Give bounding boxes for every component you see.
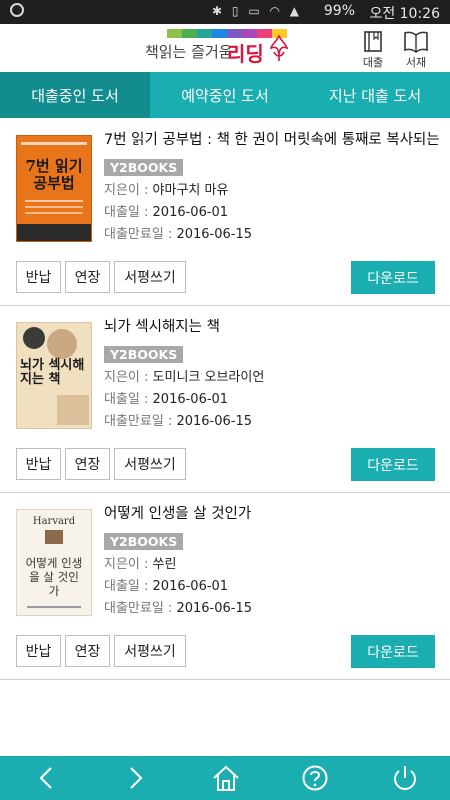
loan-label: 대출 bbox=[362, 56, 384, 69]
help-icon[interactable] bbox=[300, 764, 330, 792]
loan-button[interactable]: 대출 bbox=[355, 30, 391, 70]
due-date-value: 2016-06-15 bbox=[176, 227, 253, 242]
publisher-badge: Y2BOOKS bbox=[104, 533, 184, 550]
author-value: 도미니크 오브라이언 bbox=[152, 370, 265, 385]
bottom-navigation bbox=[0, 756, 450, 800]
author-row: 지은이 : 도미니크 오브라이언 bbox=[104, 367, 439, 389]
due-date-row: 대출만료일 : 2016-06-15 bbox=[104, 224, 439, 246]
extend-button[interactable]: 연장 bbox=[65, 635, 110, 667]
due-date-value: 2016-06-15 bbox=[176, 601, 253, 616]
return-button[interactable]: 반납 bbox=[16, 635, 61, 667]
return-button[interactable]: 반납 bbox=[16, 448, 61, 480]
book-info: 뇌가 섹시해지는 책 Y2BOOKS 지은이 : 도미니크 오브라이언 대출일 … bbox=[104, 317, 439, 433]
logo-brand: 리딩 bbox=[227, 42, 264, 66]
clock: 오전 10:26 bbox=[369, 6, 440, 22]
due-date-row: 대출만료일 : 2016-06-15 bbox=[104, 598, 439, 620]
due-date-label: 대출만료일 : bbox=[104, 227, 177, 242]
loan-date-row: 대출일 : 2016-06-01 bbox=[104, 576, 439, 598]
tab-bar: 대출중인 도서 예약중인 도서 지난 대출 도서 bbox=[0, 72, 450, 118]
due-date-label: 대출만료일 : bbox=[104, 414, 177, 429]
book-info: 7번 읽기 공부법 : 책 한 권이 머릿속에 통째로 복사되는 Y2BOOKS… bbox=[104, 130, 439, 246]
book-title[interactable]: 어떻게 인생을 살 것인가 bbox=[104, 504, 439, 524]
book-title[interactable]: 7번 읽기 공부법 : 책 한 권이 머릿속에 통째로 복사되는 bbox=[104, 130, 439, 150]
logo-color-bar bbox=[227, 29, 242, 38]
loan-date-value: 2016-06-01 bbox=[152, 579, 229, 594]
power-icon[interactable] bbox=[390, 764, 420, 792]
book-cover[interactable]: 뇌가 섹시해지는 책 bbox=[16, 322, 92, 429]
extend-button[interactable]: 연장 bbox=[65, 261, 110, 293]
book-card: 7번 읽기 공부법 7번 읽기 공부법 : 책 한 권이 머릿속에 통째로 복사… bbox=[0, 118, 450, 306]
logo-color-bar bbox=[182, 29, 197, 38]
back-arrow-icon[interactable] bbox=[32, 764, 62, 792]
author-row: 지은이 : 야마구치 마유 bbox=[104, 180, 439, 202]
shelf-label: 서재 bbox=[405, 56, 427, 69]
loan-date-label: 대출일 : bbox=[104, 205, 153, 220]
return-button[interactable]: 반납 bbox=[16, 261, 61, 293]
author-label: 지은이 : bbox=[104, 183, 153, 198]
write-review-button[interactable]: 서평쓰기 bbox=[114, 448, 186, 480]
author-value: 야마구치 마유 bbox=[152, 183, 229, 198]
author-value: 쑤린 bbox=[152, 557, 177, 572]
open-book-icon bbox=[404, 31, 428, 53]
author-label: 지은이 : bbox=[104, 370, 153, 385]
due-date-row: 대출만료일 : 2016-06-15 bbox=[104, 411, 439, 433]
battery-level: 99% bbox=[323, 3, 355, 19]
logo-color-bar bbox=[242, 29, 257, 38]
logo-tagline: 책읽는 즐거움 bbox=[145, 43, 233, 61]
status-icons: ✱ ▯ ▭ ◠ ▲ bbox=[212, 4, 302, 18]
forward-arrow-icon[interactable] bbox=[120, 764, 150, 792]
status-bar: ✱ ▯ ▭ ◠ ▲ 99% 오전 10:26 bbox=[0, 0, 450, 24]
download-button[interactable]: 다운로드 bbox=[351, 448, 435, 481]
logo-color-bar bbox=[167, 29, 182, 38]
write-review-button[interactable]: 서평쓰기 bbox=[114, 261, 186, 293]
tab-reserved[interactable]: 예약중인 도서 bbox=[150, 72, 300, 118]
loan-date-value: 2016-06-01 bbox=[152, 392, 229, 407]
book-icon bbox=[364, 31, 382, 52]
loan-date-label: 대출일 : bbox=[104, 579, 153, 594]
bookshelf-button[interactable]: 서재 bbox=[398, 30, 434, 70]
home-icon[interactable] bbox=[211, 764, 241, 792]
publisher-badge: Y2BOOKS bbox=[104, 159, 184, 176]
book-cover[interactable]: 7번 읽기 공부법 bbox=[16, 135, 92, 242]
due-date-value: 2016-06-15 bbox=[176, 414, 253, 429]
loan-date-row: 대출일 : 2016-06-01 bbox=[104, 202, 439, 224]
notification-icon bbox=[10, 3, 24, 17]
book-card: 뇌가 섹시해지는 책 뇌가 섹시해지는 책 Y2BOOKS 지은이 : 도미니크… bbox=[0, 305, 450, 493]
author-label: 지은이 : bbox=[104, 557, 153, 572]
extend-button[interactable]: 연장 bbox=[65, 448, 110, 480]
loan-date-value: 2016-06-01 bbox=[152, 205, 229, 220]
cover-title: 어떻게 인생을 살 것인가 bbox=[25, 556, 83, 598]
due-date-label: 대출만료일 : bbox=[104, 601, 177, 616]
cover-title: 뇌가 섹시해지는 책 bbox=[20, 358, 85, 387]
download-button[interactable]: 다운로드 bbox=[351, 261, 435, 294]
loan-date-row: 대출일 : 2016-06-01 bbox=[104, 389, 439, 411]
publisher-badge: Y2BOOKS bbox=[104, 346, 184, 363]
tab-past-loans[interactable]: 지난 대출 도서 bbox=[300, 72, 450, 118]
download-button[interactable]: 다운로드 bbox=[351, 635, 435, 668]
loan-date-label: 대출일 : bbox=[104, 392, 153, 407]
book-card: Harvard 어떻게 인생을 살 것인가 어떻게 인생을 살 것인가 Y2BO… bbox=[0, 492, 450, 680]
logo-color-bar bbox=[212, 29, 227, 38]
cover-title: 7번 읽기 공부법 bbox=[25, 157, 83, 192]
book-info: 어떻게 인생을 살 것인가 Y2BOOKS 지은이 : 쑤린 대출일 : 201… bbox=[104, 504, 439, 620]
tab-current-loans[interactable]: 대출중인 도서 bbox=[0, 72, 150, 118]
book-title[interactable]: 뇌가 섹시해지는 책 bbox=[104, 317, 439, 337]
logo-flower-icon bbox=[269, 34, 289, 61]
cover-top-text: Harvard bbox=[32, 516, 76, 527]
logo-color-bar bbox=[197, 29, 212, 38]
app-header: 책읽는 즐거움 리딩 대출 서재 bbox=[0, 24, 450, 73]
author-row: 지은이 : 쑤린 bbox=[104, 554, 439, 576]
write-review-button[interactable]: 서평쓰기 bbox=[114, 635, 186, 667]
book-cover[interactable]: Harvard 어떻게 인생을 살 것인가 bbox=[16, 509, 92, 616]
